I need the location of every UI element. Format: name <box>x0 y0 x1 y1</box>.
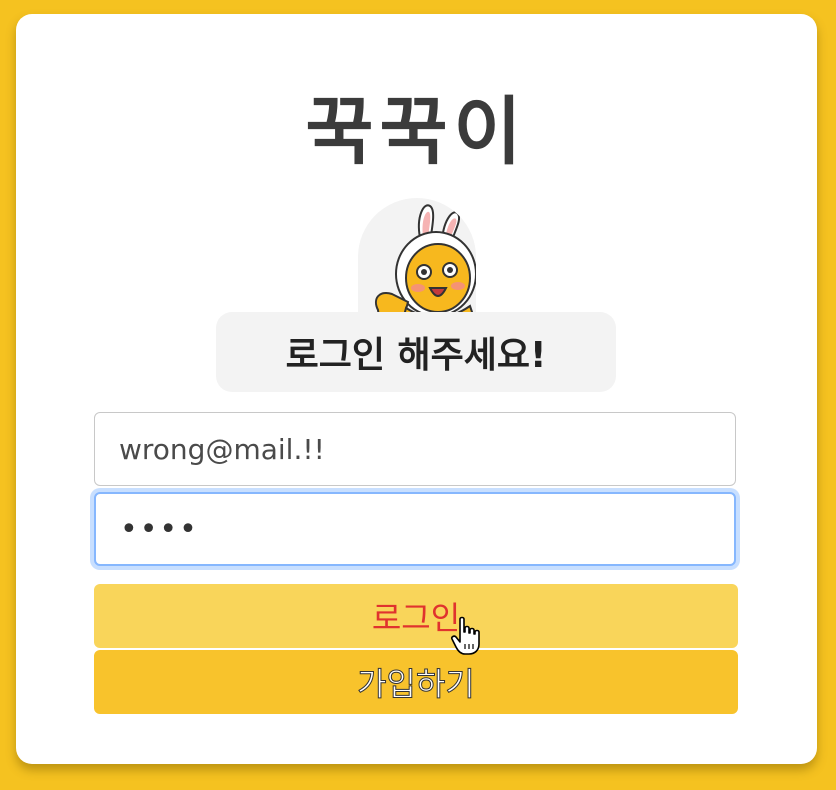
password-input[interactable]: •••• <box>94 492 736 566</box>
login-card: 꾹꾹이 로그인 해주세요! wrong@mail.!! •••• 로그인 가입하… <box>16 14 817 764</box>
login-button[interactable]: 로그인 <box>94 584 738 648</box>
app-title: 꾹꾹이 <box>305 89 528 175</box>
login-prompt: 로그인 해주세요! <box>216 312 616 392</box>
password-value: •••• <box>120 511 199 547</box>
email-input[interactable]: wrong@mail.!! <box>94 412 736 486</box>
email-value: wrong@mail.!! <box>119 432 325 466</box>
signup-button[interactable]: 가입하기 <box>94 650 738 714</box>
hand-pointer-icon <box>450 616 484 656</box>
bunny-mascot-icon <box>374 204 476 324</box>
mascot-image <box>358 198 476 324</box>
